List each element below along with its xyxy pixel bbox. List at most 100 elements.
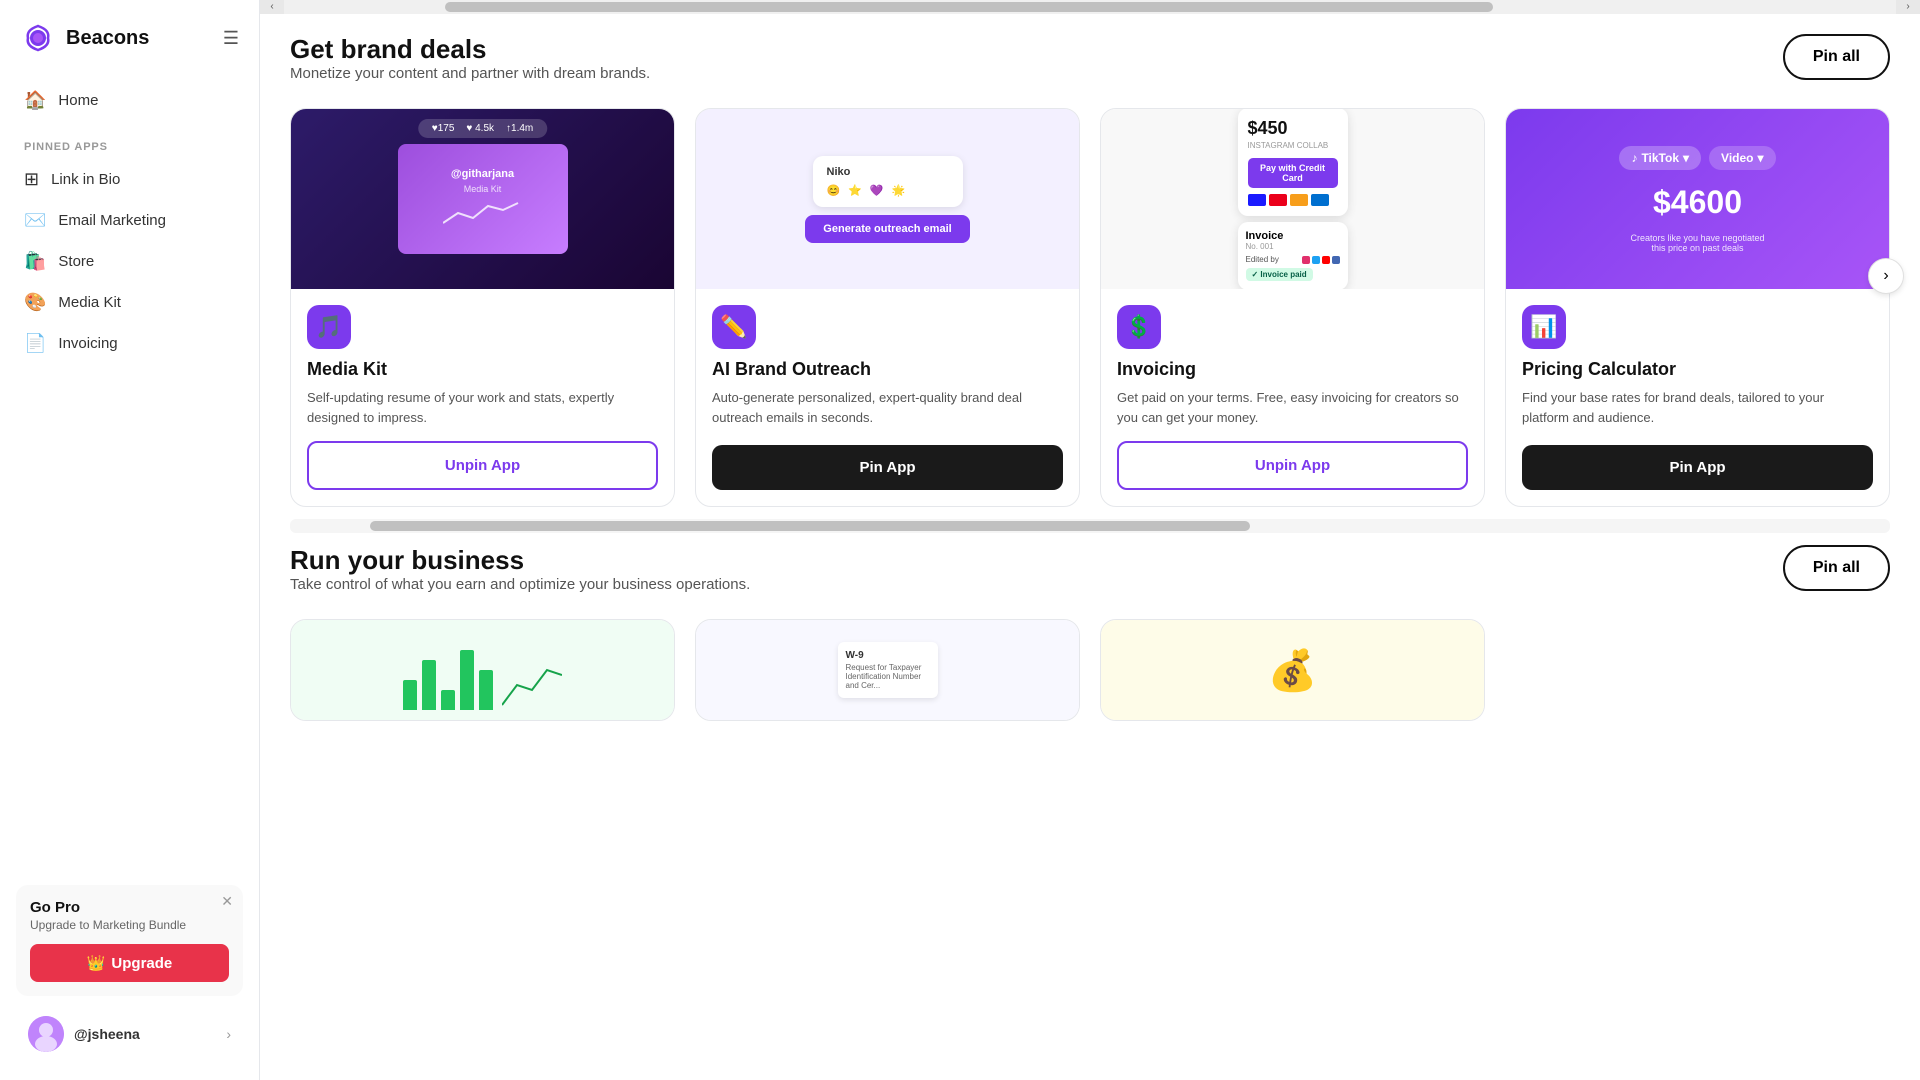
invoice-payment-card: $450 INSTAGRAM COLLAB Pay with Credit Ca… xyxy=(1238,109,1348,216)
go-pro-card: ✕ Go Pro Upgrade to Marketing Bundle 👑 U… xyxy=(16,885,243,996)
run-business-pin-all-button[interactable]: Pin all xyxy=(1783,545,1890,591)
invoicing-icon: 📄 xyxy=(24,333,46,354)
scroll-thumb xyxy=(445,2,1493,12)
brand-deals-title: Get brand deals xyxy=(290,34,650,65)
media-kit-icon-container: 🎵 xyxy=(307,305,658,349)
ai-brand-outreach-card: Niko 😊⭐💜🌟 Generate outreach email xyxy=(695,108,1080,507)
invoice-content: $450 INSTAGRAM COLLAB Pay with Credit Ca… xyxy=(1238,109,1348,289)
menu-toggle-icon[interactable]: ☰ xyxy=(223,28,239,49)
home-icon: 🏠 xyxy=(24,90,46,111)
sidebar-logo: Beacons ☰ xyxy=(0,0,259,72)
top-scrollbar[interactable]: ‹ › xyxy=(260,0,1920,14)
video-tag: Video ▾ xyxy=(1709,146,1776,170)
outreach-emoji-row: 😊⭐💜🌟 xyxy=(827,184,949,197)
go-pro-close-icon[interactable]: ✕ xyxy=(221,893,233,910)
ai-outreach-preview: Niko 😊⭐💜🌟 Generate outreach email xyxy=(696,109,1079,289)
outreach-chat-bubble: Niko 😊⭐💜🌟 xyxy=(813,156,963,207)
sidebar-home-label: Home xyxy=(58,92,98,109)
sidebar-logo-text: Beacons xyxy=(66,27,149,50)
sidebar-item-link-in-bio[interactable]: ⊞ Link in Bio xyxy=(12,159,247,200)
carousel-next-button[interactable]: › xyxy=(1868,258,1904,294)
invoice-edited-by: Edited by xyxy=(1246,255,1279,264)
scroll-track xyxy=(284,0,1896,14)
sidebar-item-store[interactable]: 🛍️ Store xyxy=(12,241,247,282)
brand-deals-pin-all-button[interactable]: Pin all xyxy=(1783,34,1890,80)
invoicing-preview: $450 INSTAGRAM COLLAB Pay with Credit Ca… xyxy=(1101,109,1484,289)
go-pro-subtitle: Upgrade to Marketing Bundle xyxy=(30,918,229,932)
invoicing-card: $450 INSTAGRAM COLLAB Pay with Credit Ca… xyxy=(1100,108,1485,507)
pricing-calculator-card: ♪ TikTok ▾ Video ▾ $4600 xyxy=(1505,108,1890,507)
pinned-apps-label: PINNED APPS xyxy=(0,129,259,159)
pricing-note: Creators like you have negotiated this p… xyxy=(1623,233,1773,253)
sidebar-item-email-marketing[interactable]: ✉️ Email Marketing xyxy=(12,200,247,241)
horizontal-scrollbar[interactable] xyxy=(290,519,1890,533)
sidebar-item-home[interactable]: 🏠 Home xyxy=(12,80,247,121)
media-kit-laptop: @githarjana Media Kit xyxy=(398,144,568,254)
sidebar-item-media-kit[interactable]: 🎨 Media Kit xyxy=(12,282,247,323)
tiktok-label: TikTok xyxy=(1641,151,1679,165)
invoicing-card-desc: Get paid on your terms. Free, easy invoi… xyxy=(1117,388,1468,427)
run-business-header: Run your business Take control of what y… xyxy=(290,545,1890,613)
ai-outreach-card-title: AI Brand Outreach xyxy=(712,359,1063,380)
third-biz-content: 💰 xyxy=(1101,620,1484,720)
invoice-amount: $450 xyxy=(1248,118,1338,139)
invoice-doc-card: Invoice No. 001 Edited by xyxy=(1238,222,1348,289)
bar-5 xyxy=(479,670,493,710)
sidebar-nav: 🏠 Home xyxy=(0,72,259,129)
upgrade-label: Upgrade xyxy=(111,955,172,972)
video-chevron: ▾ xyxy=(1758,151,1764,165)
sidebar-bottom: ✕ Go Pro Upgrade to Marketing Bundle 👑 U… xyxy=(0,869,259,1080)
username: @jsheena xyxy=(74,1026,140,1042)
chevron-right-icon: › xyxy=(226,1026,231,1042)
media-kit-chart xyxy=(443,198,523,228)
ai-outreach-pin-button[interactable]: Pin App xyxy=(712,445,1063,490)
media-kit-icon: 🎨 xyxy=(24,292,46,313)
run-business-cards-row: W-9 Request for Taxpayer Identification … xyxy=(290,619,1890,721)
user-profile-row[interactable]: @jsheena › xyxy=(16,1004,243,1064)
scroll-left-button[interactable]: ‹ xyxy=(260,0,284,14)
pricing-card-desc: Find your base rates for brand deals, ta… xyxy=(1522,388,1873,431)
invoicing-app-icon: 💲 xyxy=(1117,305,1161,349)
pricing-card-title: Pricing Calculator xyxy=(1522,359,1873,380)
w9-subtitle: Request for Taxpayer Identification Numb… xyxy=(846,663,930,690)
pricing-tags: ♪ TikTok ▾ Video ▾ xyxy=(1619,146,1775,170)
invoice-paid-badge: ✓ Invoice paid xyxy=(1246,268,1313,281)
upgrade-button[interactable]: 👑 Upgrade xyxy=(30,944,229,982)
pricing-icon-container: 📊 xyxy=(1522,305,1873,349)
media-kit-app-icon: 🎵 xyxy=(307,305,351,349)
media-kit-card: ♥175♥ 4.5k↑1.4m @githarjana Media Kit xyxy=(290,108,675,507)
bar-4 xyxy=(460,650,474,710)
brand-deals-header: Get brand deals Monetize your content an… xyxy=(290,34,1890,102)
store-icon: 🛍️ xyxy=(24,251,46,272)
ai-outreach-icon-container: ✏️ xyxy=(712,305,1063,349)
brand-deals-subtitle: Monetize your content and partner with d… xyxy=(290,65,650,82)
invoice-doc-title: Invoice xyxy=(1246,230,1340,242)
third-biz-card-partial: 💰 xyxy=(1100,619,1485,721)
w9-card-partial: W-9 Request for Taxpayer Identification … xyxy=(695,619,1080,721)
go-pro-title: Go Pro xyxy=(30,899,229,916)
pay-credit-card-btn[interactable]: Pay with Credit Card xyxy=(1248,158,1338,188)
link-in-bio-label: Link in Bio xyxy=(51,171,120,188)
w9-doc: W-9 Request for Taxpayer Identification … xyxy=(838,642,938,698)
generate-email-button[interactable]: Generate outreach email xyxy=(805,215,969,243)
email-marketing-icon: ✉️ xyxy=(24,210,46,231)
sidebar-item-invoicing[interactable]: 📄 Invoicing xyxy=(12,323,247,364)
invoice-label: INSTAGRAM COLLAB xyxy=(1248,141,1338,150)
brand-deals-cards-wrapper: ♥175♥ 4.5k↑1.4m @githarjana Media Kit xyxy=(290,108,1890,507)
media-kit-unpin-button[interactable]: Unpin App xyxy=(307,441,658,490)
scroll-right-button[interactable]: › xyxy=(1896,0,1920,14)
media-kit-card-desc: Self-updating resume of your work and st… xyxy=(307,388,658,427)
avatar xyxy=(28,1016,64,1052)
brand-deals-cards-row: ♥175♥ 4.5k↑1.4m @githarjana Media Kit xyxy=(290,108,1890,507)
analytics-chart xyxy=(291,620,674,720)
payment-icons xyxy=(1248,194,1338,206)
pricing-pin-button[interactable]: Pin App xyxy=(1522,445,1873,490)
invoicing-label: Invoicing xyxy=(58,335,117,352)
main-content: ‹ › Get brand deals Monetize your conten… xyxy=(260,0,1920,1080)
invoicing-unpin-button[interactable]: Unpin App xyxy=(1117,441,1468,490)
invoice-doc-no: No. 001 xyxy=(1246,242,1340,251)
run-business-section: Run your business Take control of what y… xyxy=(290,545,1890,721)
link-in-bio-icon: ⊞ xyxy=(24,169,39,190)
tiktok-tag: ♪ TikTok ▾ xyxy=(1619,146,1701,170)
beacons-logo-icon xyxy=(20,20,56,56)
